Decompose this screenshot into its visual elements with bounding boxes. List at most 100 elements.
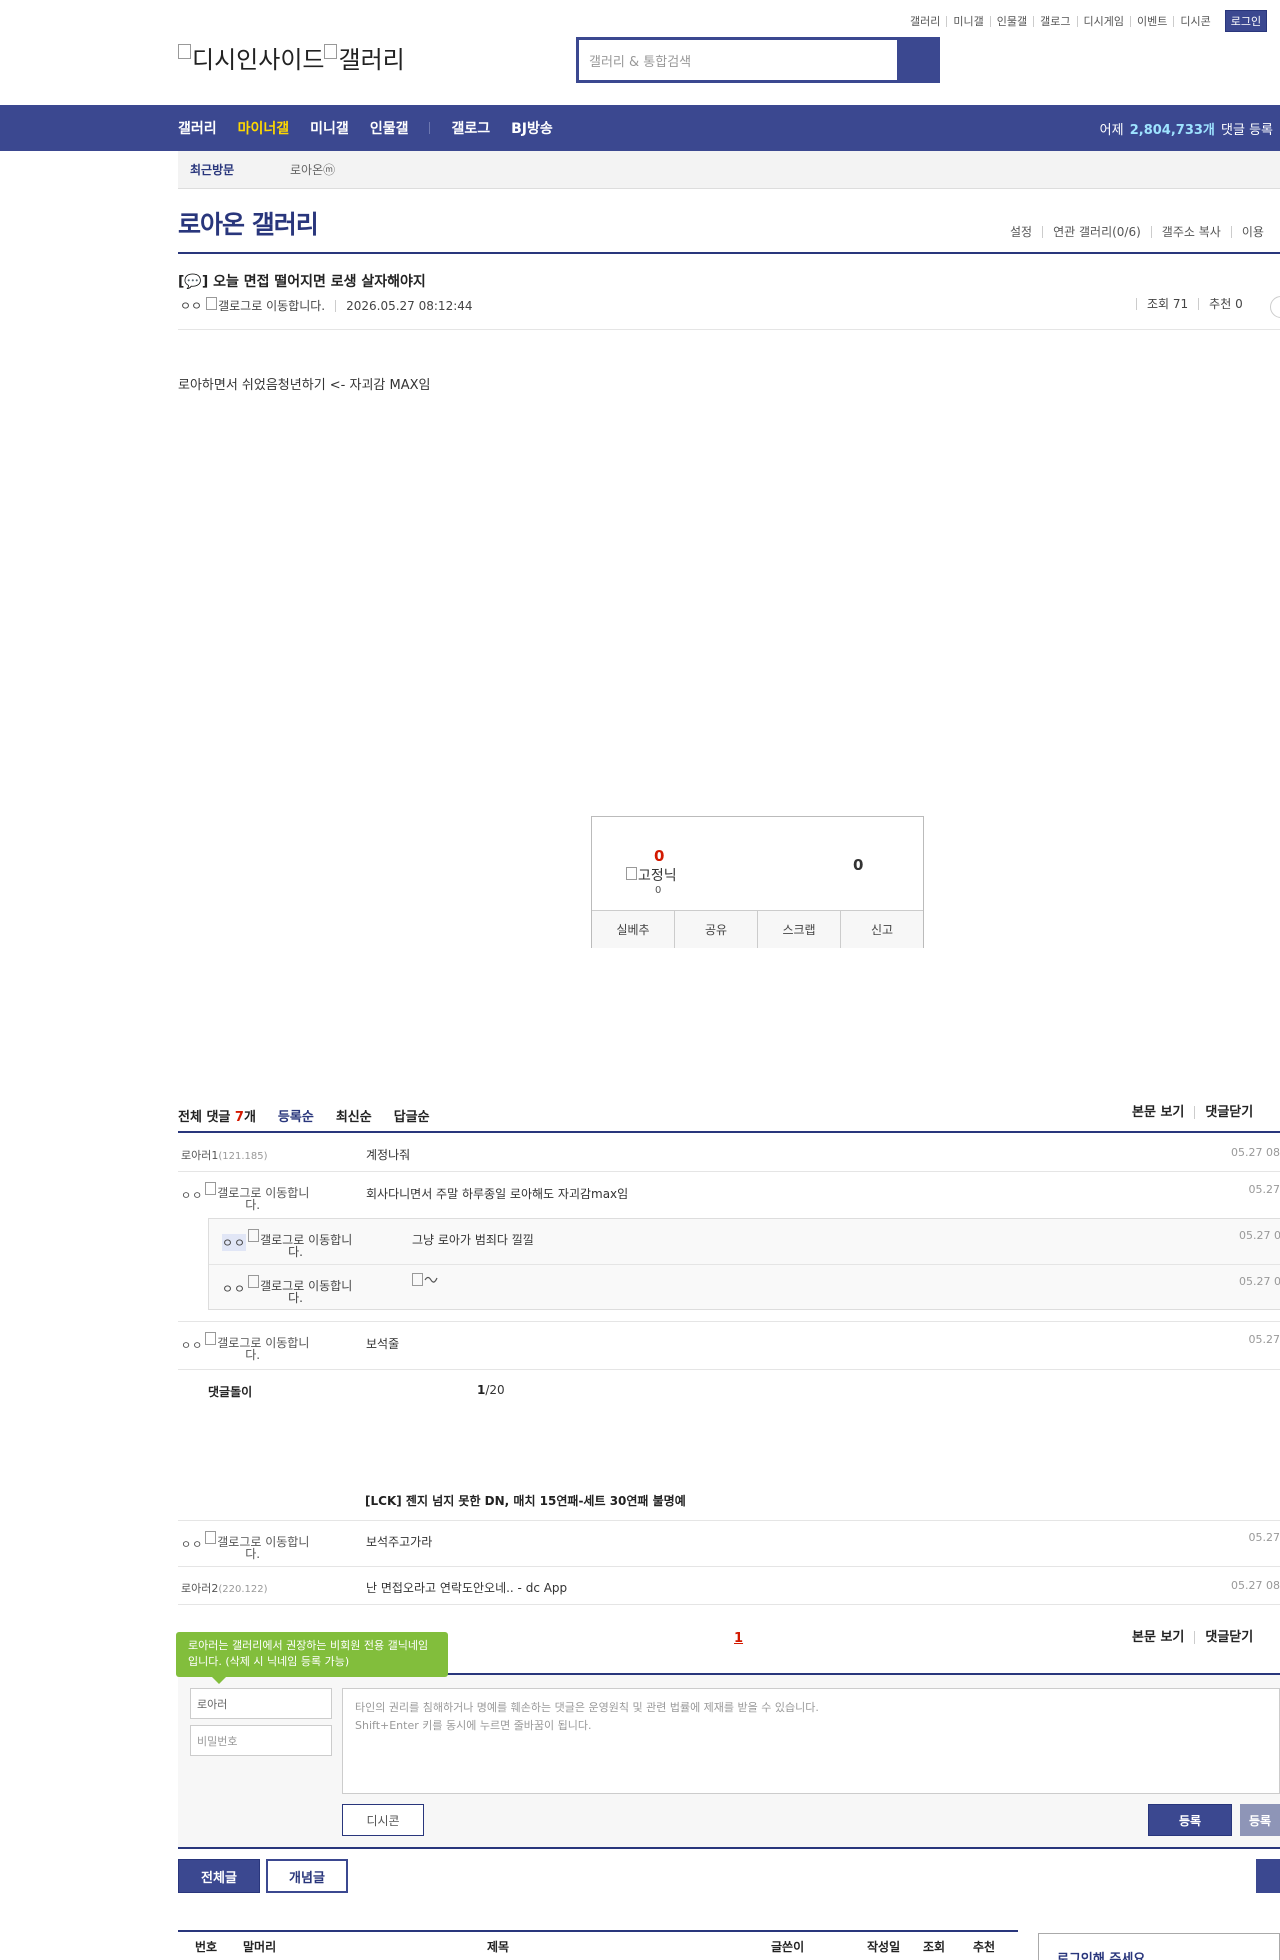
util-link-gallog[interactable]: 갤로그 bbox=[1033, 15, 1076, 27]
reply-gallog-text-2: 다. bbox=[288, 1245, 303, 1259]
top-utility-links: 갤러리 미니갤 인물갤 갤로그 디시게임 이벤트 디시콘 로그인 bbox=[904, 10, 1268, 32]
textarea-guide-1: 타인의 권리를 침해하거나 명예를 훼손하는 댓글은 운영원칙 및 관련 법률에… bbox=[355, 1701, 819, 1714]
nickname-input[interactable]: 로아러 bbox=[190, 1688, 332, 1719]
sort-replies[interactable]: 답글순 bbox=[394, 1106, 430, 1125]
submit-recommend-button[interactable]: 등록 bbox=[1240, 1804, 1280, 1836]
all-posts-button[interactable]: 전체글 bbox=[178, 1859, 260, 1893]
util-link-dccon[interactable]: 디시콘 bbox=[1173, 15, 1216, 27]
logo-text-dcinside: 디시인사이드 bbox=[192, 46, 325, 74]
reply-gallog-text: 갤로그로 이동합니 bbox=[260, 1279, 353, 1293]
dccon-button[interactable]: 디시콘 bbox=[342, 1804, 424, 1836]
related-gallery-link[interactable]: 연관 갤러리(0/6) bbox=[1042, 226, 1151, 238]
view-post-button[interactable]: 본문 보기 bbox=[1122, 1106, 1194, 1119]
recommend-down-count: 0 bbox=[853, 856, 864, 874]
nav-gallog[interactable]: 갤로그 bbox=[451, 118, 490, 138]
share-circle-button[interactable] bbox=[1270, 296, 1280, 318]
copy-address-link[interactable]: 갤주소 복사 bbox=[1150, 226, 1231, 238]
view-post-button[interactable]: 본문 보기 bbox=[1122, 1631, 1194, 1644]
comment-gallog-link: 갤로그로 이동합니 다. bbox=[205, 1332, 325, 1362]
reply-author[interactable]: ㅇㅇ 갤로그로 이동합니 다. bbox=[222, 1229, 368, 1259]
gallery-settings-link[interactable]: 설정 bbox=[1000, 226, 1042, 238]
reply-author[interactable]: ㅇㅇ 갤로그로 이동합니 다. bbox=[222, 1275, 368, 1304]
col-number: 번호 bbox=[195, 1939, 218, 1954]
login-button[interactable]: 로그인 bbox=[1224, 10, 1268, 32]
util-link-event[interactable]: 이벤트 bbox=[1129, 15, 1173, 27]
comment-text: 보석주고가라 bbox=[366, 1535, 433, 1549]
gallery-title[interactable]: 로아온 갤러리 bbox=[178, 205, 319, 241]
broken-image-icon bbox=[205, 1531, 217, 1544]
comment-stat-prefix: 어제 bbox=[1099, 122, 1124, 138]
reply-list: ㅇㅇ 갤로그로 이동합니 다. 그냥 로아가 범죄다 낄낄 05.27 0 ㅇㅇ … bbox=[208, 1218, 1280, 1310]
reply-item: ㅇㅇ 갤로그로 이동합니 다. 05.27 0 bbox=[209, 1265, 1280, 1311]
nav-minor-gallery[interactable]: 마이너갤 bbox=[238, 118, 290, 138]
nav-gallery[interactable]: 갤러리 bbox=[178, 118, 217, 138]
comment-author[interactable]: ㅇㅇ 갤로그로 이동합니 다. bbox=[181, 1531, 325, 1561]
comment-write-area: 로아러 비밀번호 타인의 권리를 침해하거나 명예를 훼손하는 댓글은 운영원칙… bbox=[178, 1673, 1280, 1847]
broken-image-icon bbox=[412, 1273, 423, 1286]
util-link-minigal[interactable]: 미니갤 bbox=[946, 15, 989, 27]
post-author[interactable]: ㅇㅇ bbox=[180, 297, 202, 314]
util-link-person[interactable]: 인물갤 bbox=[989, 15, 1033, 27]
reply-nick: ㅇㅇ bbox=[222, 1234, 247, 1251]
title-divider bbox=[178, 252, 1280, 254]
post-author-gallog[interactable]: 갤로그로 이동합니다. bbox=[218, 297, 325, 314]
concept-posts-button[interactable]: 개념글 bbox=[266, 1859, 348, 1893]
recommend-up-count: 0 bbox=[654, 847, 665, 865]
comments-actions-bottom: 본문 보기 댓글닫기 bbox=[1122, 1631, 1263, 1644]
comment-stat-suffix: 댓글 등록 bbox=[1221, 122, 1273, 138]
related-post-link[interactable]: [LCK] 젠지 넘지 못한 DN, 매치 15연패-세트 30연패 불명예 bbox=[365, 1492, 686, 1509]
comment-textarea[interactable]: 타인의 권리를 침해하거나 명예를 훼손하는 댓글은 운영원칙 및 관련 법률에… bbox=[342, 1688, 1280, 1794]
recent-visit-item[interactable]: 로아온ⓜ bbox=[290, 161, 335, 178]
submit-button[interactable]: 등록 bbox=[1148, 1804, 1232, 1836]
col-subject-head: 말머리 bbox=[243, 1939, 277, 1954]
scrap-button[interactable]: 스크랩 bbox=[757, 911, 840, 948]
comment-author[interactable]: ㅇㅇ 갤로그로 이동합니 다. bbox=[181, 1182, 325, 1211]
post-views: 조회 71 bbox=[1136, 298, 1198, 310]
share-button[interactable]: 공유 bbox=[674, 911, 757, 948]
post-header-divider bbox=[178, 329, 1280, 330]
write-post-button[interactable] bbox=[1256, 1859, 1280, 1893]
comment-date: 05.27 bbox=[1248, 1183, 1280, 1196]
password-input[interactable]: 비밀번호 bbox=[190, 1725, 332, 1756]
site-logo[interactable]: 디시인사이드 갤러리 bbox=[178, 40, 405, 75]
comment-bot-label: 댓글돌이 bbox=[208, 1385, 253, 1399]
broken-image-icon bbox=[205, 1182, 217, 1195]
close-comments-button[interactable]: 댓글닫기 bbox=[1194, 1631, 1263, 1644]
comment-author[interactable]: ㅇㅇ 갤로그로 이동합니 다. bbox=[181, 1332, 325, 1362]
post-stats: 조회 71 추천 0 bbox=[1136, 298, 1253, 310]
col-views: 조회 bbox=[923, 1939, 946, 1954]
fixed-nick-label: 고정닉 bbox=[638, 868, 677, 884]
nav-bj-broadcast[interactable]: BJ방송 bbox=[511, 118, 553, 138]
real-best-button[interactable]: 실베추 bbox=[592, 911, 674, 948]
comment-ip: (220.122) bbox=[218, 1584, 268, 1595]
report-button[interactable]: 신고 bbox=[840, 911, 923, 948]
search-button[interactable] bbox=[897, 40, 937, 80]
comment-nick: ㅇㅇ bbox=[181, 1189, 204, 1202]
reply-gallog-link: 갤로그로 이동합니 다. bbox=[248, 1229, 368, 1259]
comment-item: ㅇㅇ 갤로그로 이동합니 다. 보석주고가라 05.27 bbox=[178, 1521, 1280, 1567]
recent-visit-label[interactable]: 최근방문 bbox=[190, 161, 290, 178]
global-nav-menu: 갤러리 마이너갤 미니갤 인물갤 갤로그 BJ방송 bbox=[178, 105, 574, 151]
comment-item: ㅇㅇ 갤로그로 이동합니 다. 보석줄 05.27 bbox=[178, 1322, 1280, 1370]
login-box[interactable]: 로그인해 주세요 bbox=[1038, 1933, 1280, 1960]
sort-registered[interactable]: 등록순 bbox=[278, 1106, 314, 1125]
nav-mini-gallery[interactable]: 미니갤 bbox=[310, 118, 349, 138]
search-input[interactable]: 갤러리 & 통합검색 bbox=[579, 40, 897, 80]
close-comments-button[interactable]: 댓글닫기 bbox=[1194, 1106, 1263, 1119]
nav-person-gallery[interactable]: 인물갤 bbox=[370, 118, 409, 138]
util-link-gallery[interactable]: 갤러리 bbox=[904, 16, 946, 27]
write-divider bbox=[178, 1847, 1280, 1849]
usage-link[interactable]: 이용 bbox=[1230, 226, 1274, 238]
sort-latest[interactable]: 최신순 bbox=[336, 1106, 372, 1125]
comment-author[interactable]: 로아러2(220.122) bbox=[181, 1580, 268, 1596]
comment-page-1[interactable]: 1 bbox=[734, 1631, 743, 1646]
comment-gallog-text-2: 다. bbox=[245, 1547, 261, 1561]
util-link-game[interactable]: 디시게임 bbox=[1076, 15, 1130, 27]
comment-gallog-link: 갤로그로 이동합니 다. bbox=[205, 1182, 325, 1211]
post-date: 2026.05.27 08:12:44 bbox=[335, 299, 473, 312]
comment-author[interactable]: 로아러1(121.185) bbox=[181, 1147, 268, 1163]
fixed-nick-recommend[interactable]: 고정닉 bbox=[626, 865, 677, 885]
comment-date: 05.27 08 bbox=[1231, 1579, 1280, 1592]
comment-item: 로아러2(220.122) 난 면접오라고 연락도안오네.. - dc App … bbox=[178, 1567, 1280, 1605]
comment-gallog-text-2: 다. bbox=[245, 1348, 261, 1362]
